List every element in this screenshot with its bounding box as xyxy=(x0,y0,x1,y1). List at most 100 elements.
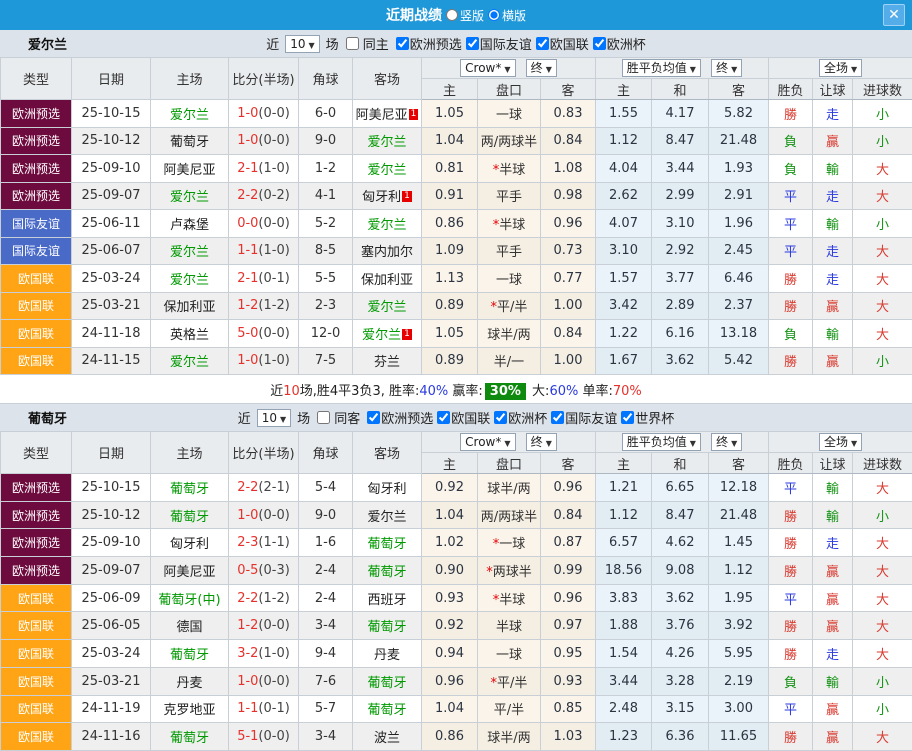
avg-draw-odds: 3.62 xyxy=(652,347,709,375)
team-name-text: 阿美尼亚 xyxy=(356,108,408,123)
team-name-text: 葡萄牙 xyxy=(367,703,406,718)
match-type-badge: 欧国联 xyxy=(1,265,72,293)
odds-provider-select[interactable]: Crow*▼ xyxy=(460,59,515,77)
match-score: 2-1(0-1) xyxy=(229,265,299,293)
odds-provider-select[interactable]: Crow*▼ xyxy=(460,433,515,451)
competition-filter[interactable]: 欧洲杯 xyxy=(589,34,646,53)
handicap-line: 一球 xyxy=(478,640,541,668)
competition-checkbox[interactable] xyxy=(494,411,507,424)
scope-select[interactable]: 全场▼ xyxy=(819,59,862,77)
table-row: 欧国联 25-06-09 葡萄牙(中) 2-2(1-2) 2-4 西班牙 0.9… xyxy=(1,584,912,612)
corner-count: 2-3 xyxy=(299,292,353,320)
competition-filter[interactable]: 欧洲杯 xyxy=(490,408,547,427)
team-name-text: 卢森堡 xyxy=(170,218,209,233)
table-row: 欧国联 25-06-05 德国 1-2(0-0) 3-4 葡萄牙 0.92 半球… xyxy=(1,612,912,640)
team-name-text: 爱尔兰 xyxy=(170,245,209,260)
col-odds-away: 客 xyxy=(541,79,596,100)
fulltime-score: 1-1 xyxy=(237,701,258,716)
result-win-lose: 平 xyxy=(769,182,813,210)
halftime-score: (0-0) xyxy=(258,729,289,744)
competition-filter[interactable]: 国际友谊 xyxy=(547,408,617,427)
avg-stage-select[interactable]: 终▼ xyxy=(711,59,742,77)
competition-checkbox[interactable] xyxy=(593,37,606,50)
handicap-away-odds: 0.96 xyxy=(541,584,596,612)
fulltime-score: 0-5 xyxy=(237,563,258,578)
layout-radio[interactable] xyxy=(446,9,458,21)
match-date: 25-09-07 xyxy=(72,557,151,585)
fulltime-score: 5-0 xyxy=(237,326,258,341)
result-goals: 小 xyxy=(853,210,912,238)
close-button[interactable]: ✕ xyxy=(883,4,905,26)
handicap-line: 两/两球半 xyxy=(478,501,541,529)
matches-count-select[interactable]: 10▼ xyxy=(257,409,291,427)
avg-type-value: 胜平负均值 xyxy=(627,61,687,75)
result-handicap: 贏 xyxy=(813,557,853,585)
odds-stage-select[interactable]: 终▼ xyxy=(526,433,557,451)
avg-stage-select[interactable]: 终▼ xyxy=(711,433,742,451)
fulltime-score: 1-0 xyxy=(237,353,258,368)
competition-label: 国际友谊 xyxy=(480,34,532,53)
halftime-score: (0-3) xyxy=(258,563,289,578)
summary-segment: 70% xyxy=(613,384,642,399)
competition-filter[interactable]: 国际友谊 xyxy=(462,34,532,53)
avg-away-odds: 1.12 xyxy=(709,557,769,585)
competition-filter[interactable]: 欧国联 xyxy=(532,34,589,53)
handicap-away-odds: 0.96 xyxy=(541,210,596,238)
match-score: 1-2(0-0) xyxy=(229,612,299,640)
competition-filter[interactable]: 欧国联 xyxy=(433,408,490,427)
result-goals: 大 xyxy=(853,155,912,183)
away-team: 丹麦 xyxy=(353,640,422,668)
avg-draw-odds: 3.76 xyxy=(652,612,709,640)
handicap-away-odds: 0.85 xyxy=(541,695,596,723)
competition-checkbox[interactable] xyxy=(437,411,450,424)
avg-home-odds: 1.12 xyxy=(596,501,652,529)
col-odds-away: 客 xyxy=(541,453,596,474)
competition-checkbox[interactable] xyxy=(551,411,564,424)
layout-option-horizontal[interactable]: 横版 xyxy=(488,7,526,24)
competition-checkbox[interactable] xyxy=(621,411,634,424)
result-goals: 小 xyxy=(853,501,912,529)
col-avg-away: 客 xyxy=(709,79,769,100)
same-venue-checkbox[interactable] xyxy=(346,37,359,50)
favourite-star-marker: * xyxy=(486,565,493,580)
matches-count-select[interactable]: 10▼ xyxy=(285,35,319,53)
competition-checkbox[interactable] xyxy=(367,411,380,424)
odds-provider-value: Crow* xyxy=(465,435,501,449)
result-goals: 大 xyxy=(853,237,912,265)
competition-checkbox[interactable] xyxy=(466,37,479,50)
competition-filter[interactable]: 欧洲预选 xyxy=(392,34,462,53)
section-team-name: 爱尔兰 xyxy=(28,34,67,53)
col-home: 主场 xyxy=(151,432,229,474)
corner-count: 9-0 xyxy=(299,501,353,529)
same-venue-checkbox[interactable] xyxy=(317,411,330,424)
home-team: 葡萄牙 xyxy=(151,723,229,751)
competition-checkbox[interactable] xyxy=(536,37,549,50)
match-score: 5-0(0-0) xyxy=(229,320,299,348)
layout-option-vertical[interactable]: 竖版 xyxy=(446,7,484,24)
result-win-lose: 負 xyxy=(769,127,813,155)
match-type-badge: 欧洲预选 xyxy=(1,127,72,155)
avg-away-odds: 5.95 xyxy=(709,640,769,668)
competition-checkbox[interactable] xyxy=(396,37,409,50)
scope-select[interactable]: 全场▼ xyxy=(819,433,862,451)
handicap-line: *平/半 xyxy=(478,667,541,695)
avg-type-value: 胜平负均值 xyxy=(627,435,687,449)
layout-radio[interactable] xyxy=(488,9,500,21)
odds-stage-select[interactable]: 终▼ xyxy=(526,59,557,77)
avg-away-odds: 6.46 xyxy=(709,265,769,293)
avg-type-select[interactable]: 胜平负均值▼ xyxy=(622,433,701,451)
match-type-badge: 欧国联 xyxy=(1,320,72,348)
scope-value: 全场 xyxy=(824,435,848,449)
col-home: 主场 xyxy=(151,58,229,100)
result-win-lose: 負 xyxy=(769,667,813,695)
avg-type-select[interactable]: 胜平负均值▼ xyxy=(622,59,701,77)
competition-filter[interactable]: 世界杯 xyxy=(617,408,674,427)
competition-filter[interactable]: 欧洲预选 xyxy=(363,408,433,427)
col-handicap: 盘口 xyxy=(478,79,541,100)
red-card-badge: 1 xyxy=(402,191,412,202)
halftime-score: (0-0) xyxy=(258,674,289,689)
match-type-badge: 欧洲预选 xyxy=(1,557,72,585)
away-team: 爱尔兰 xyxy=(353,155,422,183)
match-score: 1-0(0-0) xyxy=(229,127,299,155)
fulltime-score: 1-2 xyxy=(237,298,258,313)
